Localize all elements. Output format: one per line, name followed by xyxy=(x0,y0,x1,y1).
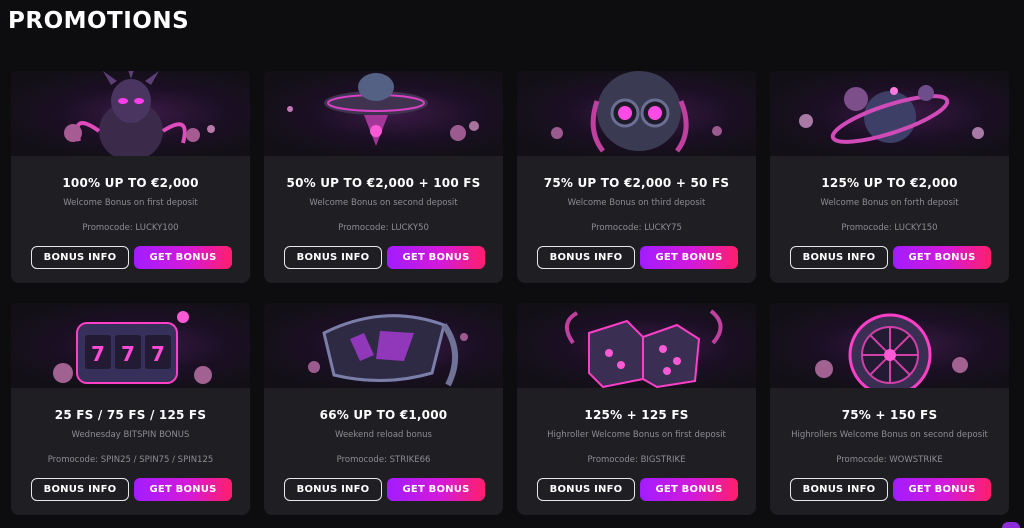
robot-head-icon xyxy=(517,71,756,156)
promo-headline: 75% UP TO €2,000 + 50 FS xyxy=(543,176,730,190)
promo-card: 75% UP TO €2,000 + 50 FS Welcome Bonus o… xyxy=(517,71,756,283)
promo-subtitle: Welcome Bonus on second deposit xyxy=(309,198,458,208)
get-bonus-button[interactable]: GET BONUS xyxy=(387,478,485,501)
get-bonus-button[interactable]: GET BONUS xyxy=(134,246,232,269)
promo-code: Promocode: LUCKY150 xyxy=(841,223,938,233)
get-bonus-button[interactable]: GET BONUS xyxy=(640,246,738,269)
promo-subtitle: Highroller Welcome Bonus on first deposi… xyxy=(547,430,726,440)
get-bonus-button[interactable]: GET BONUS xyxy=(893,478,991,501)
promo-card-body: 125% UP TO €2,000 Welcome Bonus on forth… xyxy=(770,156,1009,283)
svg-text:7: 7 xyxy=(151,342,165,366)
bonus-info-button[interactable]: BONUS INFO xyxy=(284,478,382,501)
bonus-info-button[interactable]: BONUS INFO xyxy=(537,478,635,501)
promo-subtitle: Highrollers Welcome Bonus on second depo… xyxy=(791,430,988,440)
promo-card-body: 75% UP TO €2,000 + 50 FS Welcome Bonus o… xyxy=(517,156,756,283)
promo-card: 75% + 150 FS Highrollers Welcome Bonus o… xyxy=(770,303,1009,515)
alien-creature-icon xyxy=(11,71,250,156)
slot-machine-icon: 7 7 7 xyxy=(11,303,250,388)
promo-subtitle: Wednesday BITSPIN BONUS xyxy=(71,430,190,440)
get-bonus-button[interactable]: GET BONUS xyxy=(640,478,738,501)
promo-subtitle: Welcome Bonus on forth deposit xyxy=(820,198,959,208)
promo-headline: 75% + 150 FS xyxy=(841,408,938,422)
promo-card: 125% UP TO €2,000 Welcome Bonus on forth… xyxy=(770,71,1009,283)
bonus-info-button[interactable]: BONUS INFO xyxy=(537,246,635,269)
promotions-grid: 100% UP TO €2,000 Welcome Bonus on first… xyxy=(11,71,1017,515)
promo-card-body: 66% UP TO €1,000 Weekend reload bonus Pr… xyxy=(264,388,503,515)
dice-icon xyxy=(517,303,756,388)
get-bonus-button[interactable]: GET BONUS xyxy=(387,246,485,269)
bonus-info-button[interactable]: BONUS INFO xyxy=(284,246,382,269)
page-bottom xyxy=(0,522,1024,528)
promo-card-body: 75% + 150 FS Highrollers Welcome Bonus o… xyxy=(770,388,1009,515)
bonus-info-button[interactable]: BONUS INFO xyxy=(31,246,129,269)
promo-headline: 100% UP TO €2,000 xyxy=(62,176,199,190)
promo-headline: 25 FS / 75 FS / 125 FS xyxy=(54,408,207,422)
promo-card-body: 50% UP TO €2,000 + 100 FS Welcome Bonus … xyxy=(264,156,503,283)
planet-icon xyxy=(770,71,1009,156)
bonus-info-button[interactable]: BONUS INFO xyxy=(790,478,888,501)
svg-text:7: 7 xyxy=(91,342,105,366)
promo-card: 7 7 7 25 FS / 75 FS / 125 FS Wednesday B… xyxy=(11,303,250,515)
get-bonus-button[interactable]: GET BONUS xyxy=(134,478,232,501)
promo-code: Promocode: LUCKY50 xyxy=(338,223,429,233)
promo-code: Promocode: LUCKY75 xyxy=(591,223,682,233)
promo-subtitle: Welcome Bonus on third deposit xyxy=(567,198,706,208)
promo-subtitle: Weekend reload bonus xyxy=(335,430,432,440)
promo-headline: 66% UP TO €1,000 xyxy=(319,408,448,422)
promo-code: Promocode: LUCKY100 xyxy=(82,223,179,233)
promo-code: Promocode: STRIKE66 xyxy=(336,455,431,465)
bonus-info-button[interactable]: BONUS INFO xyxy=(790,246,888,269)
roulette-wheel-icon xyxy=(770,303,1009,388)
page-title: PROMOTIONS xyxy=(8,8,190,34)
promo-subtitle: Welcome Bonus on first deposit xyxy=(63,198,198,208)
svg-text:7: 7 xyxy=(121,342,135,366)
vr-headset-icon xyxy=(264,303,503,388)
promotions-page: PROMOTIONS 100% UP TO €2,000 Welcome Bon… xyxy=(0,0,1024,528)
promo-code: Promocode: SPIN25 / SPIN75 / SPIN125 xyxy=(47,455,214,465)
promo-card: 100% UP TO €2,000 Welcome Bonus on first… xyxy=(11,71,250,283)
promo-headline: 50% UP TO €2,000 + 100 FS xyxy=(286,176,481,190)
promo-card-body: 25 FS / 75 FS / 125 FS Wednesday BITSPIN… xyxy=(11,388,250,515)
promo-code: Promocode: BIGSTRIKE xyxy=(587,455,686,465)
promo-card: 50% UP TO €2,000 + 100 FS Welcome Bonus … xyxy=(264,71,503,283)
bonus-info-button[interactable]: BONUS INFO xyxy=(31,478,129,501)
promo-headline: 125% UP TO €2,000 xyxy=(821,176,958,190)
promo-card-body: 100% UP TO €2,000 Welcome Bonus on first… xyxy=(11,156,250,283)
promo-card: 66% UP TO €1,000 Weekend reload bonus Pr… xyxy=(264,303,503,515)
ufo-icon xyxy=(264,71,503,156)
promo-headline: 125% + 125 FS xyxy=(584,408,689,422)
promo-card-body: 125% + 125 FS Highroller Welcome Bonus o… xyxy=(517,388,756,515)
get-bonus-button[interactable]: GET BONUS xyxy=(893,246,991,269)
scroll-indicator[interactable] xyxy=(1002,522,1020,528)
promo-card: 125% + 125 FS Highroller Welcome Bonus o… xyxy=(517,303,756,515)
promo-code: Promocode: WOWSTRIKE xyxy=(836,455,943,465)
